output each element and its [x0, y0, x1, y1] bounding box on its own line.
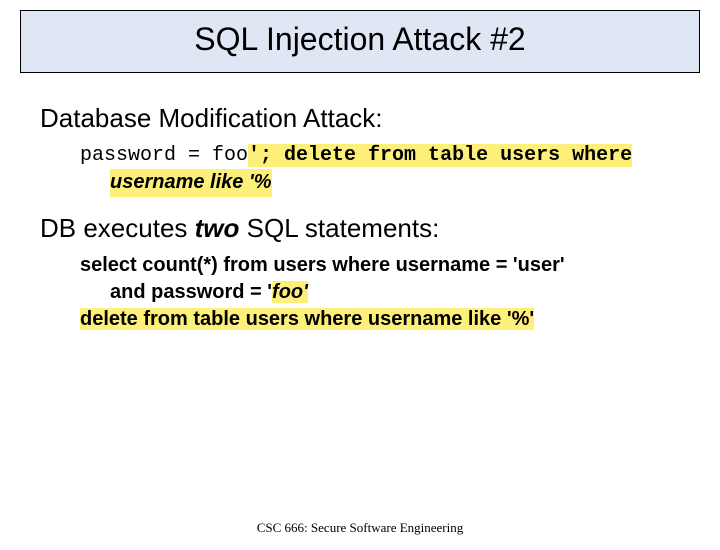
code-example: password = foo'; delete from table users…: [80, 142, 680, 197]
sql-line-2: and password = 'foo': [80, 279, 680, 306]
sql-line-1: select count(*) from users where usernam…: [80, 252, 680, 279]
slide-footer: CSC 666: Secure Software Engineering: [0, 520, 720, 536]
slide-title: SQL Injection Attack #2: [41, 21, 679, 58]
code-prefix: password = foo: [80, 144, 248, 167]
slide-content: Database Modification Attack: password =…: [0, 73, 720, 333]
section2-heading: DB executes two SQL statements:: [40, 213, 680, 244]
heading2-post: SQL statements:: [239, 213, 439, 243]
code-highlight-1: '; delete from table users where: [248, 144, 632, 167]
heading2-pre: DB executes: [40, 213, 195, 243]
section1-heading: Database Modification Attack:: [40, 103, 680, 134]
heading2-em: two: [195, 213, 240, 243]
sql-line-3: delete from table users where username l…: [80, 306, 680, 333]
code-highlight-2: username like '%: [110, 169, 272, 197]
slide-title-box: SQL Injection Attack #2: [20, 10, 700, 73]
sql-statements: select count(*) from users where usernam…: [80, 252, 680, 333]
